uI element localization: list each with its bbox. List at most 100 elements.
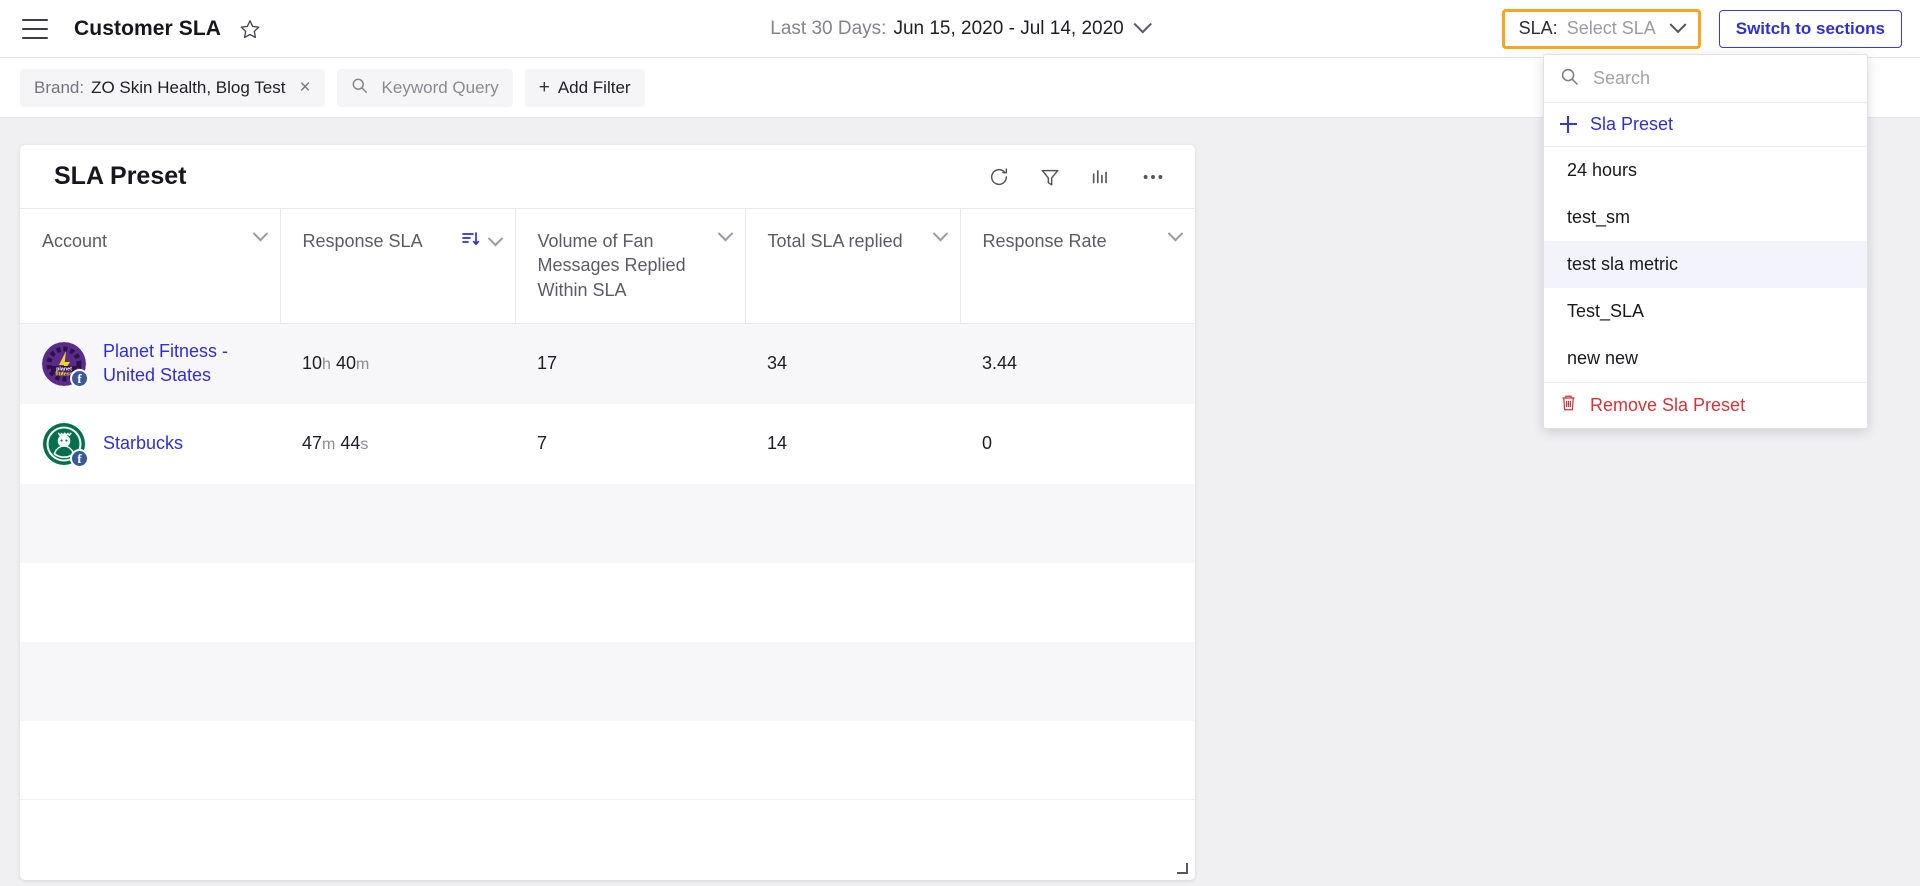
resize-handle[interactable] [1175,861,1188,874]
plus-icon: + [538,76,550,98]
dropdown-item-list: 24 hours test_sm test sla metric Test_SL… [1544,147,1867,382]
dropdown-search-placeholder: Search [1593,68,1651,88]
empty-cell [20,563,1195,642]
response-sla-minutes-unit: m [322,436,336,453]
column-header-volume[interactable]: Volume of Fan Messages Replied Within SL… [515,208,746,324]
dropdown-item[interactable]: 24 hours [1544,147,1867,194]
account-link[interactable]: Starbucks [103,432,183,455]
sla-table: Account Response SLA Volume of Fan Messa… [20,208,1195,879]
facebook-badge-icon: f [70,448,89,468]
top-bar-right: SLA: Select SLA Switch to sections [1501,8,1902,49]
column-label: Volume of Fan Messages Replied Within SL… [537,231,686,300]
search-icon [351,77,368,99]
more-icon[interactable] [1141,166,1165,188]
chevron-down-icon[interactable] [717,225,733,242]
sla-selector-value: Select SLA [1566,18,1656,38]
chevron-down-icon [1669,15,1687,33]
trash-icon [1560,394,1577,417]
response-sla-seconds-unit: s [360,436,369,453]
column-label: Response Rate [982,231,1107,251]
card-title: SLA Preset [54,162,187,190]
sla-preset-card: SLA Preset Account Response SLA Volume o… [20,145,1195,880]
date-range-selector[interactable]: Last 30 Days: Jun 15, 2020 - Jul 14, 202… [770,15,1153,40]
facebook-badge-icon: f [70,368,89,388]
search-icon [1560,67,1579,91]
chart-icon[interactable] [1090,166,1112,188]
dropdown-item[interactable]: test_sm [1544,194,1867,241]
brand-filter-value: ZO Skin Health, Blog Test [91,77,286,97]
table-body: planet fitness f Planet Fitness - United… [20,323,1195,879]
hamburger-icon[interactable] [22,18,48,39]
chevron-down-icon [1134,15,1153,34]
star-icon[interactable] [239,18,261,40]
account-link[interactable]: Planet Fitness - United States [103,340,266,387]
add-filter-button[interactable]: + Add Filter [524,68,645,107]
column-label: Response SLA [302,231,423,251]
top-bar: Customer SLA Last 30 Days: Jun 15, 2020 … [0,0,1920,429]
cell-total-sla-replied: 34 [745,323,960,404]
empty-cell [20,799,1195,879]
keyword-query-placeholder: Keyword Query [381,77,499,97]
cell-volume: 17 [515,323,745,404]
table-header-row: Account Response SLA Volume of Fan Messa… [20,208,1195,324]
date-range-label: Last 30 Days: [770,17,887,39]
sort-descending-icon[interactable] [461,231,480,252]
column-header-response-sla[interactable]: Response SLA [280,208,516,324]
chevron-down-icon[interactable] [932,225,948,242]
plus-icon [1560,116,1577,133]
chevron-down-icon[interactable] [487,230,503,247]
dropdown-item[interactable]: test sla metric [1544,241,1867,288]
column-header-total-sla-replied[interactable]: Total SLA replied [745,208,961,324]
table-row-empty [20,721,1195,800]
table-row-empty [20,799,1195,879]
response-sla-minutes: 47 [302,433,323,453]
column-label: Total SLA replied [767,231,903,251]
empty-cell [20,721,1195,800]
brand-filter-key: Brand: [34,77,85,97]
response-sla-hours-unit: h [322,356,331,374]
response-sla-hours: 10 [302,353,323,374]
cell-response-rate: 0 [982,433,993,453]
brand-filter-chip[interactable]: Brand: ZO Skin Health, Blog Test × [20,68,325,107]
response-sla-minutes-unit: m [355,356,370,374]
avatar: planet fitness f [42,341,89,388]
dropdown-item[interactable]: new new [1544,335,1867,382]
column-label: Account [42,231,108,251]
avatar: f [42,421,89,468]
cell-account: f Starbucks [20,404,280,484]
remove-sla-preset-button[interactable]: Remove Sla Preset [1544,382,1867,428]
switch-to-sections-button[interactable]: Switch to sections [1718,9,1902,48]
add-filter-label: Add Filter [557,77,631,97]
dropdown-search-row[interactable]: Search [1544,55,1867,103]
page-title: Customer SLA [74,16,222,40]
chevron-down-icon[interactable] [252,225,268,242]
column-header-account[interactable]: Account [20,208,281,324]
sla-selector[interactable]: SLA: Select SLA [1501,8,1701,49]
chevron-down-icon[interactable] [1167,225,1184,242]
table-row-empty [20,563,1195,642]
empty-cell [20,483,1195,563]
empty-cell [20,641,1195,721]
cell-total-sla-replied: 14 [767,433,788,453]
keyword-query-input[interactable]: Keyword Query [336,68,513,107]
add-sla-preset-label: Sla Preset [1590,114,1674,134]
cell-account: planet fitness f Planet Fitness - United… [20,323,280,404]
table-row-empty [20,641,1195,721]
response-sla-minutes: 40 [335,353,356,374]
sla-dropdown-menu: Search Sla Preset 24 hours test_sm test … [1543,54,1868,429]
cell-volume: 7 [537,433,548,453]
filter-icon[interactable] [1039,166,1061,188]
add-sla-preset-button[interactable]: Sla Preset [1544,103,1867,147]
card-header: SLA Preset [20,145,1195,208]
dropdown-item[interactable]: Test_SLA [1544,288,1867,335]
column-header-response-rate[interactable]: Response Rate [960,208,1195,324]
refresh-icon[interactable] [988,166,1010,188]
remove-sla-preset-label: Remove Sla Preset [1590,395,1746,415]
date-range-value: Jun 15, 2020 - Jul 14, 2020 [893,17,1124,39]
cell-response-sla: 47m 44s [280,404,515,484]
card-toolbar [988,166,1165,188]
response-sla-seconds: 44 [340,433,361,453]
cell-response-rate: 3.44 [960,323,1195,404]
table-row: planet fitness f Planet Fitness - United… [20,323,1195,404]
close-icon[interactable]: × [299,78,310,97]
